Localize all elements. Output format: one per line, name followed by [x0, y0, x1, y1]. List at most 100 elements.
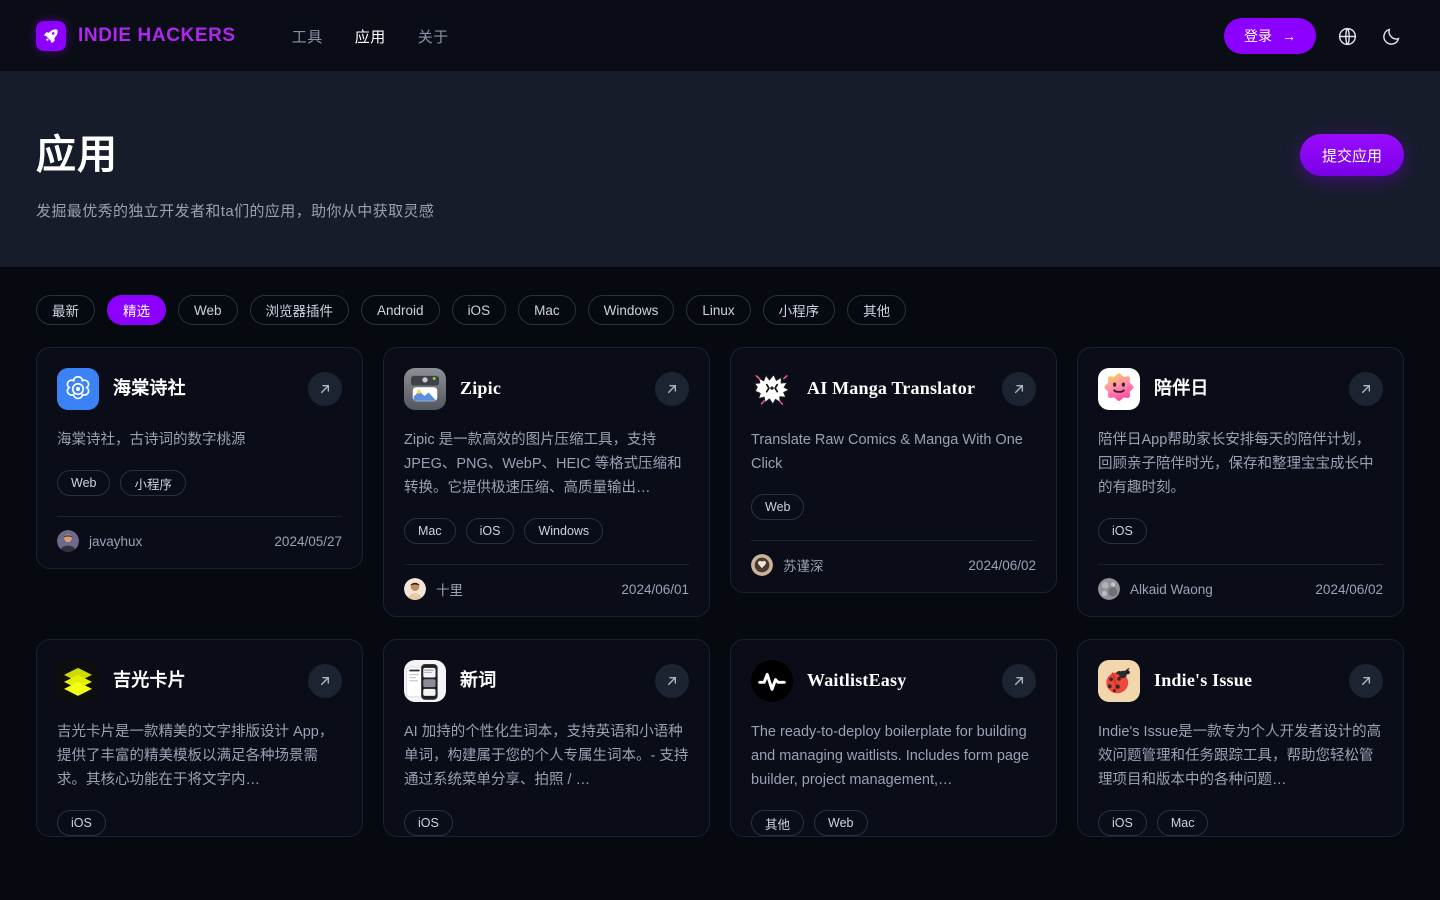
filter-chip-extension[interactable]: 浏览器插件: [249, 295, 350, 325]
app-tag[interactable]: Web: [57, 470, 111, 496]
app-card[interactable]: 陪伴日 陪伴日App帮助家长安排每天的陪伴计划，回顾亲子陪伴时光，保存和整理宝宝…: [1077, 347, 1404, 617]
page-title: 应用: [36, 133, 118, 177]
brand-name: INDIE HACKERS: [78, 25, 236, 46]
app-card-footer: 十里 2024/06/01: [404, 564, 689, 616]
app-card-header: 海棠诗社: [57, 368, 342, 410]
app-tag-list: iOS: [1098, 518, 1383, 544]
filter-chip-windows[interactable]: Windows: [587, 295, 675, 325]
login-button[interactable]: 登录 →: [1224, 18, 1316, 54]
app-date: 2024/06/02: [1315, 581, 1383, 597]
app-tag[interactable]: Windows: [524, 518, 604, 544]
avatar: [404, 578, 426, 600]
app-card-header: WaitlistEasy: [751, 660, 1036, 702]
nav-item-tools[interactable]: 工具: [292, 26, 323, 47]
filter-chip-web[interactable]: Web: [178, 295, 238, 325]
filter-chip-mac[interactable]: Mac: [518, 295, 576, 325]
rocket-icon: [36, 21, 66, 51]
app-description: 吉光卡片是一款精美的文字排版设计 App，提供了丰富的精美模板以满足各种场景需求…: [57, 724, 334, 788]
avatar: [1098, 578, 1120, 600]
submit-app-button[interactable]: 提交应用: [1299, 134, 1404, 176]
app-name: Zipic: [460, 378, 502, 399]
app-tag[interactable]: Mac: [404, 518, 456, 544]
app-card[interactable]: 海棠诗社 海棠诗社，古诗词的数字桃源 Web 小程序 javayhux 2024/…: [36, 347, 363, 569]
app-tag[interactable]: 其他: [751, 810, 805, 836]
arrow-up-right-icon[interactable]: [1002, 372, 1036, 406]
app-tag[interactable]: iOS: [1098, 518, 1147, 544]
app-card[interactable]: WaitlistEasy The ready-to-deploy boilerp…: [730, 639, 1057, 837]
app-description: Zipic 是一款高效的图片压缩工具，支持 JPEG、PNG、WebP、HEIC…: [404, 432, 682, 496]
page-subtitle: 发掘最优秀的独立开发者和ta们的应用，助你从中获取灵感: [36, 203, 435, 220]
app-card-header: 陪伴日: [1098, 368, 1383, 410]
app-tag-list: Mac iOS Windows: [404, 518, 689, 544]
filter-chip-ios[interactable]: iOS: [451, 295, 507, 325]
avatar: [57, 530, 79, 552]
filter-chip-other[interactable]: 其他: [847, 295, 907, 325]
hero-text: 应用 发掘最优秀的独立开发者和ta们的应用，助你从中获取灵感: [36, 122, 434, 221]
arrow-up-right-icon[interactable]: [1349, 372, 1383, 406]
app-tag-list: Web: [751, 494, 1036, 520]
app-date: 2024/06/01: [621, 581, 689, 597]
app-tag-list: iOS Mac: [1098, 810, 1383, 836]
app-description: AI 加持的个性化生词本，支持英语和小语种单词，构建属于您的个人专属生词本。- …: [404, 724, 689, 788]
stacked-cards-icon: [57, 660, 99, 702]
app-tag[interactable]: iOS: [404, 810, 453, 836]
globe-icon[interactable]: [1334, 23, 1360, 49]
app-card[interactable]: AI Manga Translator Translate Raw Comics…: [730, 347, 1057, 593]
brand-logo[interactable]: INDIE HACKERS: [36, 21, 236, 51]
app-date: 2024/06/02: [968, 557, 1036, 573]
arrow-up-right-icon[interactable]: [1349, 664, 1383, 698]
app-author: javayhux: [89, 533, 143, 549]
pulse-wave-icon: [751, 660, 793, 702]
app-name: AI Manga Translator: [807, 378, 976, 399]
moon-icon[interactable]: [1378, 23, 1404, 49]
arrow-up-right-icon[interactable]: [1002, 664, 1036, 698]
hero-section: 应用 发掘最优秀的独立开发者和ta们的应用，助你从中获取灵感 提交应用: [0, 72, 1440, 267]
arrow-up-right-icon[interactable]: [655, 372, 689, 406]
app-tag[interactable]: Web: [751, 494, 805, 520]
app-card-grid: 海棠诗社 海棠诗社，古诗词的数字桃源 Web 小程序 javayhux 2024/…: [0, 347, 1440, 837]
app-tag-list: iOS: [404, 810, 689, 836]
app-card-header: Zipic: [404, 368, 689, 410]
app-date: 2024/05/27: [274, 533, 342, 549]
app-card-header: 新词: [404, 660, 689, 702]
arrow-up-right-icon[interactable]: [308, 664, 342, 698]
app-name: 吉光卡片: [113, 670, 186, 691]
filter-chip-android[interactable]: Android: [361, 295, 440, 325]
app-card[interactable]: Zipic Zipic 是一款高效的图片压缩工具，支持 JPEG、PNG、Web…: [383, 347, 710, 617]
app-name: 海棠诗社: [113, 378, 186, 399]
filter-chip-miniapp[interactable]: 小程序: [762, 295, 836, 325]
arrow-up-right-icon[interactable]: [308, 372, 342, 406]
app-card[interactable]: 新词 AI 加持的个性化生词本，支持英语和小语种单词，构建属于您的个人专属生词本…: [383, 639, 710, 837]
app-author: 苏谨深: [783, 559, 824, 574]
app-author: 十里: [436, 583, 463, 598]
image-compress-icon: [404, 368, 446, 410]
filter-chip-featured[interactable]: 精选: [107, 295, 166, 325]
arrow-right-icon: →: [1282, 28, 1296, 44]
app-card-header: Indie's Issue: [1098, 660, 1383, 702]
app-card[interactable]: 吉光卡片 吉光卡片是一款精美的文字排版设计 App，提供了丰富的精美模板以满足各…: [36, 639, 363, 837]
app-tag[interactable]: 小程序: [120, 470, 186, 496]
app-description: 海棠诗社，古诗词的数字桃源: [57, 432, 246, 448]
app-card-header: 吉光卡片: [57, 660, 342, 702]
nav-item-about[interactable]: 关于: [418, 26, 449, 47]
main-nav: 工具 应用 关于: [292, 26, 449, 47]
arrow-up-right-icon[interactable]: [655, 664, 689, 698]
filter-chip-latest[interactable]: 最新: [36, 295, 95, 325]
app-name: 陪伴日: [1154, 378, 1209, 399]
app-name: Indie's Issue: [1154, 670, 1253, 691]
ladybug-icon: [1098, 660, 1140, 702]
login-label: 登录: [1244, 28, 1272, 44]
nav-item-apps[interactable]: 应用: [355, 26, 386, 47]
smiley-star-icon: [1098, 368, 1140, 410]
app-description: Translate Raw Comics & Manga With One Cl…: [751, 432, 1023, 472]
blossom-icon: [57, 368, 99, 410]
app-tag[interactable]: iOS: [465, 518, 515, 544]
app-author: Alkaid Waong: [1130, 581, 1213, 597]
app-tag[interactable]: iOS: [57, 810, 106, 836]
filter-chip-linux[interactable]: Linux: [686, 295, 751, 325]
app-name: 新词: [460, 670, 497, 691]
app-tag[interactable]: Web: [814, 810, 868, 836]
app-tag[interactable]: Mac: [1156, 810, 1209, 836]
app-card[interactable]: Indie's Issue Indie's Issue是一款专为个人开发者设计的…: [1077, 639, 1404, 837]
app-tag[interactable]: iOS: [1098, 810, 1147, 836]
